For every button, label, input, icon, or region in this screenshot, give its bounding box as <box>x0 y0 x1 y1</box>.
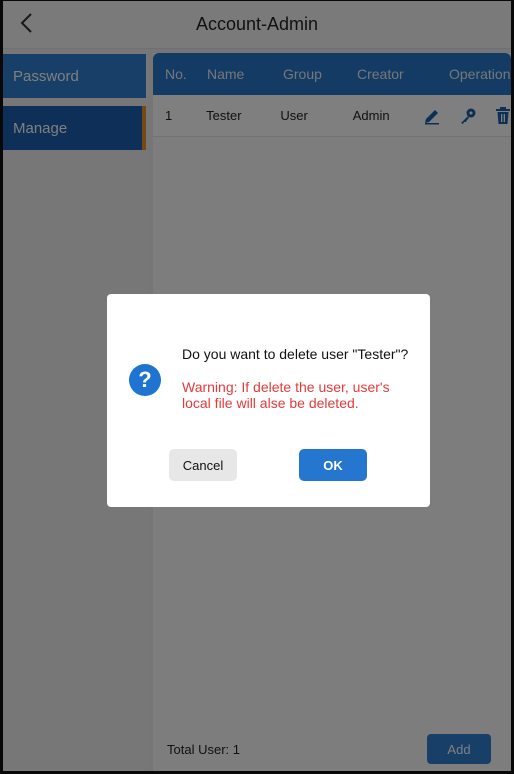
ok-button[interactable]: OK <box>299 449 367 481</box>
delete-user-dialog: ? Do you want to delete user "Tester"? W… <box>107 294 430 507</box>
modal-overlay: ? Do you want to delete user "Tester"? W… <box>0 0 514 774</box>
dialog-message: Do you want to delete user "Tester"? <box>182 346 409 362</box>
question-icon: ? <box>129 364 161 396</box>
cancel-button[interactable]: Cancel <box>169 449 237 481</box>
dialog-warning: Warning: If delete the user, user's loca… <box>182 379 390 411</box>
